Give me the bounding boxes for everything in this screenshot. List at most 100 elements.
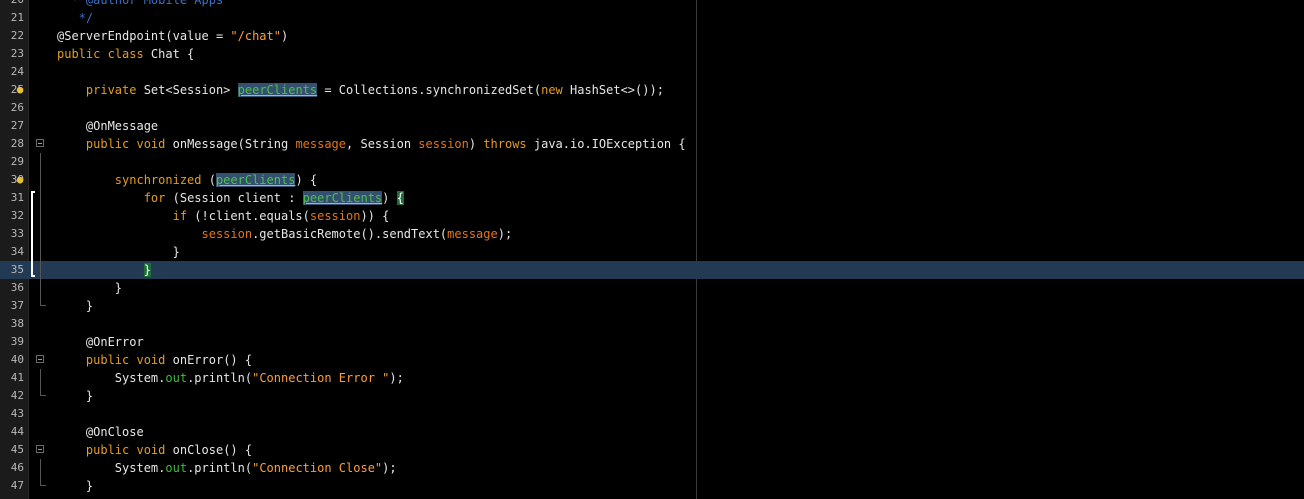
code-token: public class xyxy=(57,47,144,61)
fold-collapse-icon[interactable] xyxy=(36,139,44,147)
code-token: ) xyxy=(468,137,484,151)
code-line[interactable]: 38 xyxy=(0,315,1304,333)
code-line[interactable]: 28 public void onMessage(String message,… xyxy=(0,135,1304,153)
fold-end-marker xyxy=(40,297,46,306)
line-number: 43 xyxy=(10,407,24,420)
code-token: ) xyxy=(382,191,397,205)
code-text[interactable]: public void onClose() { xyxy=(57,441,252,459)
code-line[interactable]: 34 } xyxy=(0,243,1304,261)
code-editor[interactable]: 20 * @author Mobile Apps21 */22@ServerEn… xyxy=(0,0,1304,499)
code-line[interactable]: 22 @ServerEndpoint(value = "/chat") xyxy=(0,27,1304,45)
code-text[interactable]: session.getBasicRemote().sendText(messag… xyxy=(57,225,513,243)
code-line[interactable]: 40 public void onError() { xyxy=(0,351,1304,369)
code-line[interactable]: 27 @OnMessage xyxy=(0,117,1304,135)
code-line[interactable]: 24 xyxy=(0,63,1304,81)
code-line[interactable]: 23 public class Chat { xyxy=(0,45,1304,63)
code-line[interactable]: 25 ● private Set<Session> peerClients = C… xyxy=(0,81,1304,99)
code-line[interactable]: 44 @OnClose xyxy=(0,423,1304,441)
code-token: "/chat" xyxy=(230,29,281,43)
fold-guide xyxy=(40,189,41,207)
code-text[interactable]: } xyxy=(57,297,93,315)
code-token: new xyxy=(541,83,563,97)
code-text[interactable]: public void onError() { xyxy=(57,351,252,369)
code-line[interactable]: 26 xyxy=(0,99,1304,117)
line-number: 31 xyxy=(10,191,24,204)
lightbulb-icon[interactable]: ● xyxy=(15,174,25,186)
code-text[interactable]: public void onMessage(String message, Se… xyxy=(57,135,686,153)
code-text[interactable]: System.out.println("Connection Close"); xyxy=(57,459,397,477)
code-text[interactable]: @ServerEndpoint(value = "/chat") xyxy=(57,27,288,45)
code-token: (value = xyxy=(165,29,231,43)
code-line[interactable]: 33 session.getBasicRemote().sendText(mes… xyxy=(0,225,1304,243)
code-token: } xyxy=(172,245,180,259)
scope-marker xyxy=(31,243,33,261)
code-text[interactable]: if (!client.equals(session)) { xyxy=(57,207,390,225)
code-token: System. xyxy=(114,461,166,475)
code-line[interactable]: 35 } xyxy=(0,261,1304,279)
code-text[interactable]: private Set<Session> peerClients = Colle… xyxy=(57,81,664,99)
code-line[interactable]: 31 for (Session client : peerClients) { xyxy=(0,189,1304,207)
lightbulb-icon[interactable]: ● xyxy=(15,84,25,96)
code-text[interactable]: System.out.println("Connection Error "); xyxy=(57,369,404,387)
code-text[interactable]: synchronized (peerClients) { xyxy=(57,171,317,189)
code-token: = Collections.synchronizedSet( xyxy=(317,83,542,97)
fold-collapse-icon[interactable] xyxy=(36,355,44,363)
code-text[interactable]: } xyxy=(57,279,122,297)
line-number: 32 xyxy=(10,209,24,222)
code-text[interactable]: public class Chat { xyxy=(57,45,194,63)
code-line[interactable]: 47 } xyxy=(0,477,1304,495)
line-number: 37 xyxy=(10,299,24,312)
code-line[interactable]: 32 if (!client.equals(session)) { xyxy=(0,207,1304,225)
code-line[interactable]: 43 xyxy=(0,405,1304,423)
code-token: HashSet<>()); xyxy=(562,83,664,97)
code-line[interactable]: 39 @OnError xyxy=(0,333,1304,351)
code-text[interactable]: * @author Mobile Apps xyxy=(57,0,223,9)
code-line[interactable]: 20 * @author Mobile Apps xyxy=(0,0,1304,9)
code-token: session xyxy=(201,227,253,241)
code-text[interactable]: } xyxy=(57,477,93,495)
scope-marker-cap xyxy=(31,191,35,193)
code-text[interactable]: @OnError xyxy=(57,333,144,351)
code-line[interactable]: 21 */ xyxy=(0,9,1304,27)
code-line[interactable]: 29 xyxy=(0,153,1304,171)
code-line[interactable]: 42 } xyxy=(0,387,1304,405)
code-line[interactable]: 45 public void onClose() { xyxy=(0,441,1304,459)
code-token: , Session xyxy=(346,137,419,151)
code-line[interactable]: 46 System.out.println("Connection Close"… xyxy=(0,459,1304,477)
line-number: 38 xyxy=(10,317,24,330)
fold-end-marker xyxy=(40,387,46,396)
code-text[interactable]: */ xyxy=(57,9,93,27)
code-text[interactable]: } xyxy=(57,261,151,279)
code-token: onError() { xyxy=(165,353,253,367)
code-token: peerClients xyxy=(302,191,383,205)
code-line[interactable]: 37 } xyxy=(0,297,1304,315)
line-number: 29 xyxy=(10,155,24,168)
fold-collapse-icon[interactable] xyxy=(36,445,44,453)
line-number: 23 xyxy=(10,47,24,60)
code-token: ); xyxy=(389,371,404,385)
code-line[interactable]: 30 ● synchronized (peerClients) { xyxy=(0,171,1304,189)
fold-guide xyxy=(40,243,41,261)
code-area[interactable]: 20 * @author Mobile Apps21 */22@ServerEn… xyxy=(0,0,1304,495)
code-line[interactable]: 36 } xyxy=(0,279,1304,297)
code-token: ( xyxy=(201,173,216,187)
code-text[interactable]: } xyxy=(57,243,180,261)
code-line[interactable]: 41 System.out.println("Connection Error … xyxy=(0,369,1304,387)
line-number: 45 xyxy=(10,443,24,456)
code-token: (Session client : xyxy=(165,191,303,205)
code-text[interactable]: for (Session client : peerClients) { xyxy=(57,189,404,207)
line-number: 41 xyxy=(10,371,24,384)
code-token: (!client.equals( xyxy=(187,209,310,223)
code-text[interactable]: @OnClose xyxy=(57,423,144,441)
code-token: } xyxy=(85,479,94,493)
code-text[interactable]: @OnMessage xyxy=(57,117,158,135)
code-token: } xyxy=(114,281,123,295)
code-text[interactable]: } xyxy=(57,387,93,405)
scope-marker xyxy=(31,192,33,207)
